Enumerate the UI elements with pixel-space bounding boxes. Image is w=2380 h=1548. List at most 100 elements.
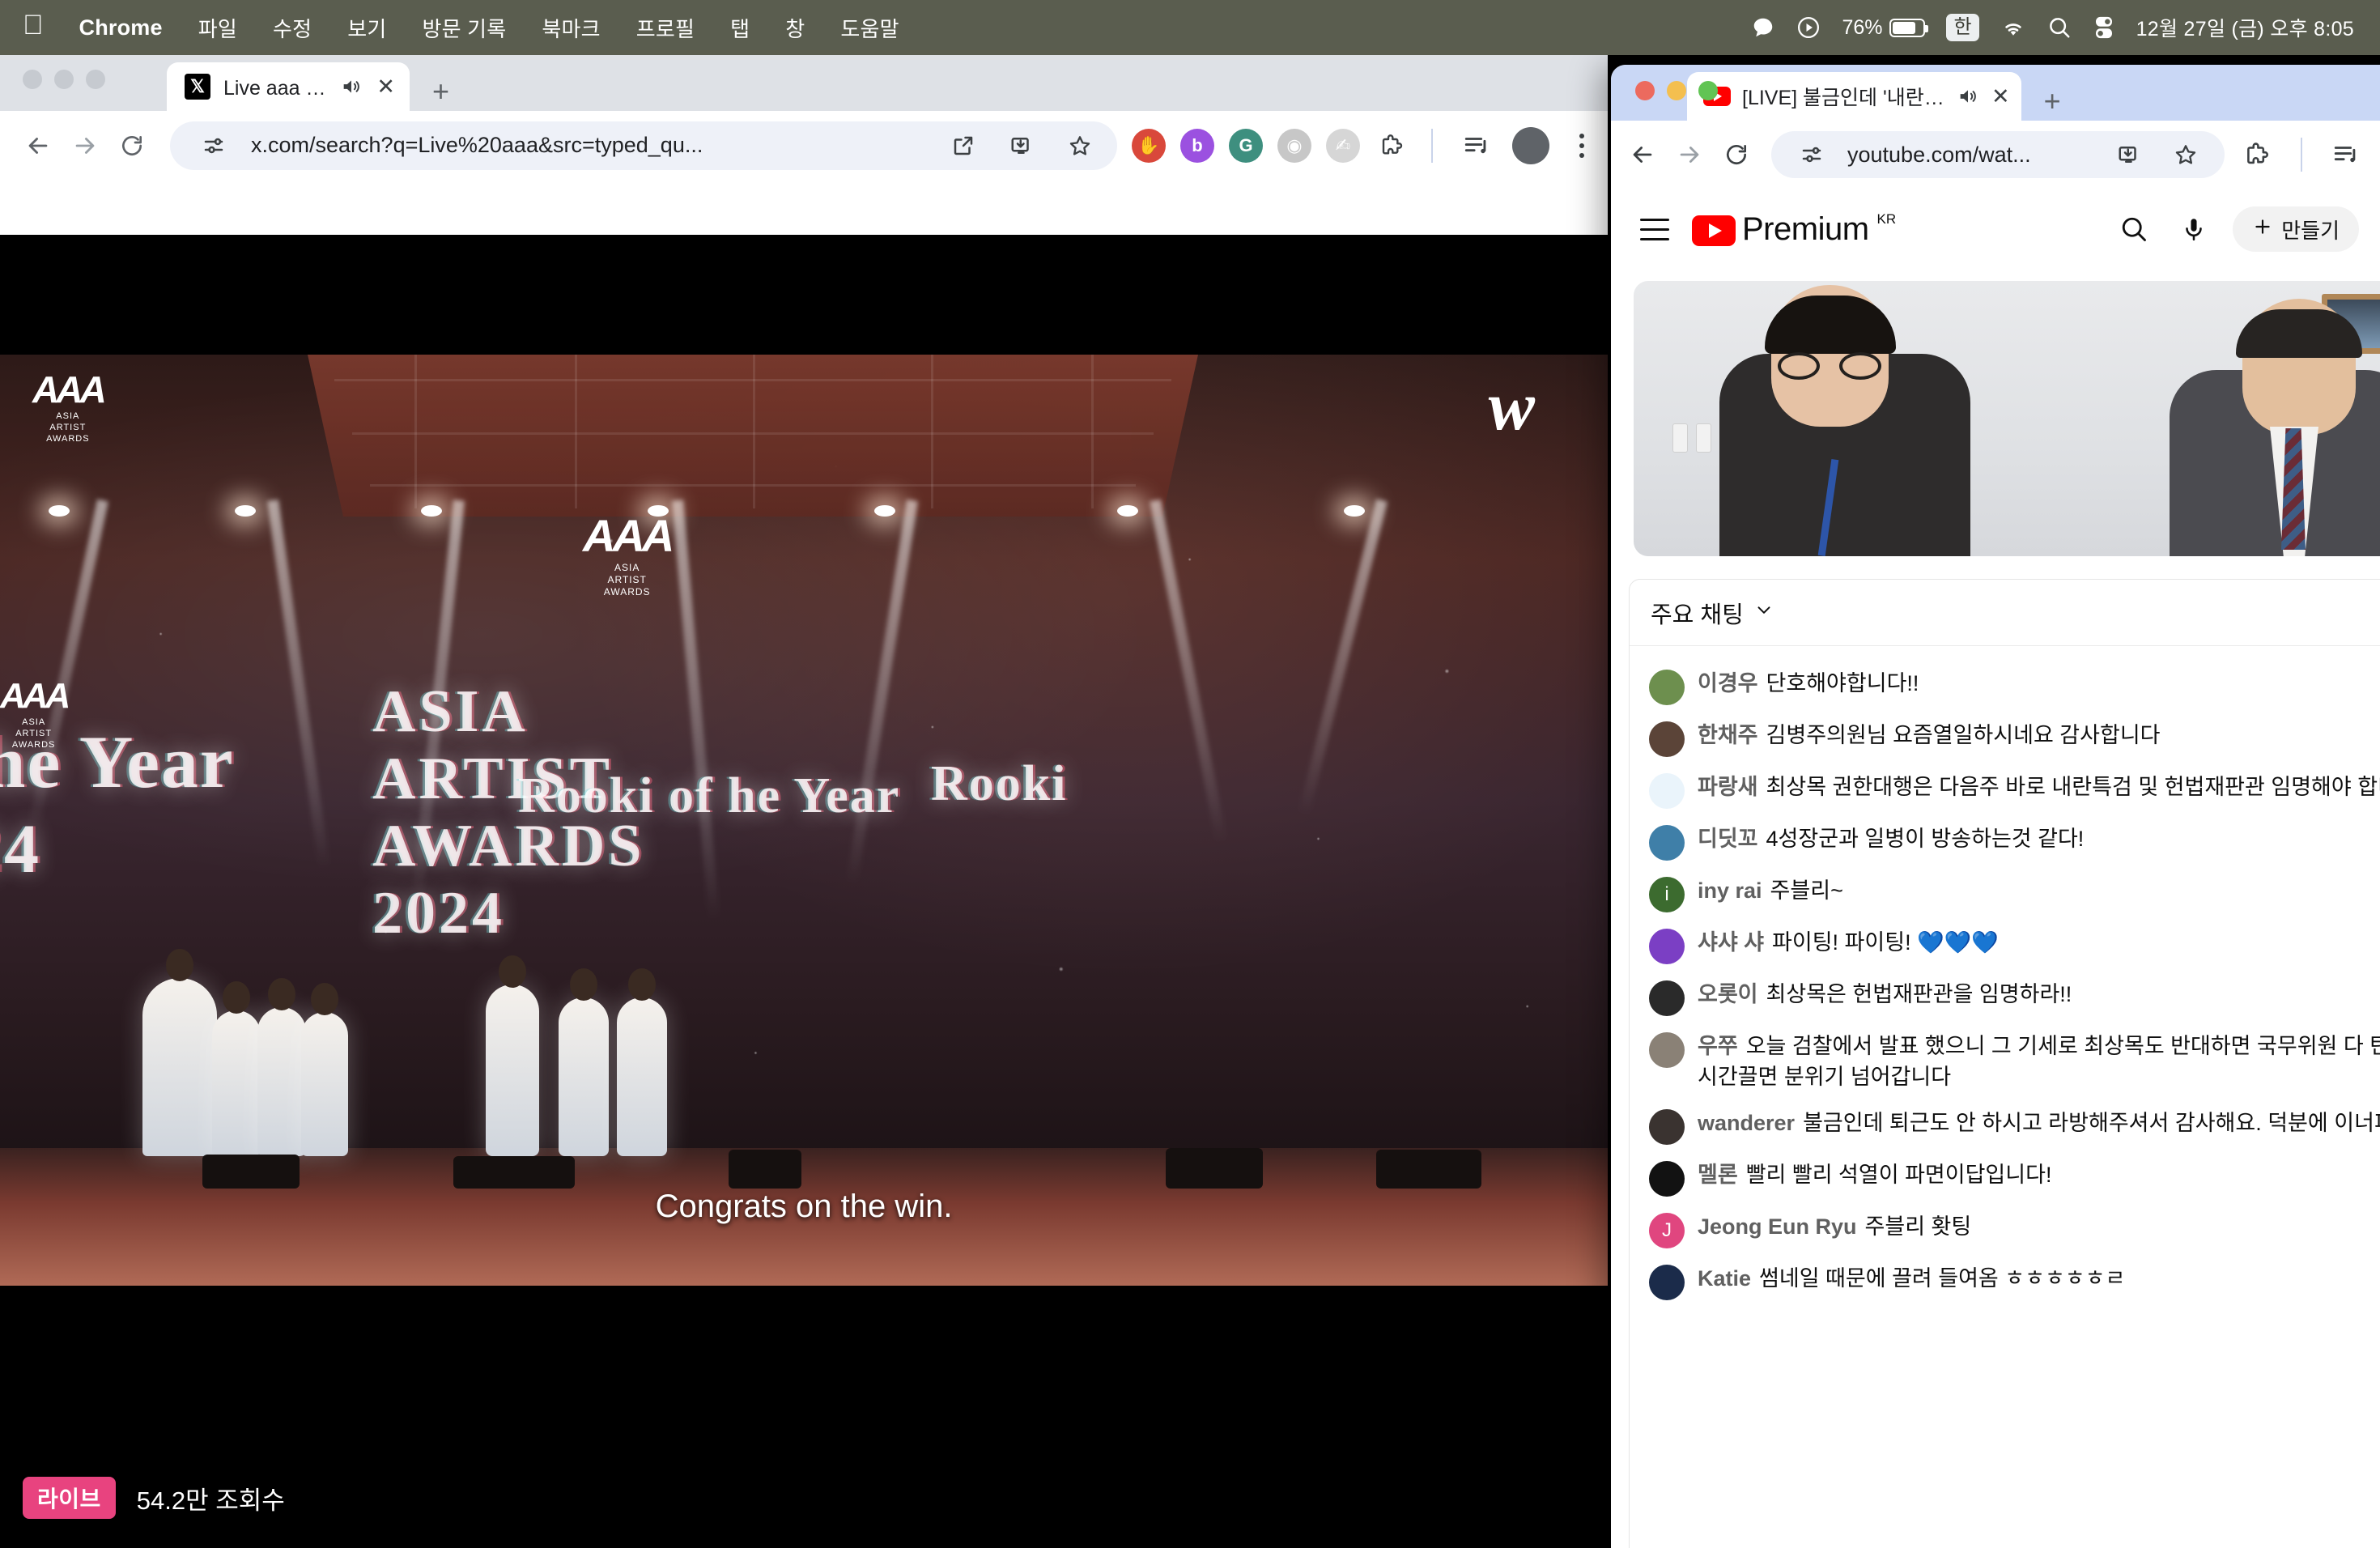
menu-item-file[interactable]: 파일	[181, 13, 255, 43]
reload-icon[interactable]	[1713, 131, 1760, 178]
youtube-window-controls[interactable]	[1635, 81, 1718, 100]
menu-item-tab[interactable]: 탭	[712, 13, 767, 43]
media-list-icon[interactable]	[1456, 125, 1498, 167]
hamburger-icon[interactable]	[1632, 206, 1677, 252]
forward-arrow-icon[interactable]	[1666, 131, 1713, 178]
wifi-icon[interactable]	[2000, 17, 2026, 38]
maximize-window-button[interactable]	[1698, 81, 1718, 100]
back-arrow-icon[interactable]	[15, 122, 62, 169]
input-source-badge[interactable]: 한	[1946, 14, 1979, 41]
chat-author[interactable]: wanderer	[1698, 1111, 1795, 1135]
youtube-premium-logo[interactable]: Premium KR	[1692, 211, 1896, 246]
install-app-icon[interactable]	[2108, 134, 2150, 176]
close-window-button[interactable]	[1635, 81, 1655, 100]
chat-bubble-icon[interactable]	[1751, 15, 1775, 40]
microphone-icon[interactable]	[2173, 208, 2215, 250]
menu-item-edit[interactable]: 수정	[255, 13, 329, 43]
menu-item-profiles[interactable]: 프로필	[618, 13, 712, 43]
chat-author[interactable]: Jeong Eun Ryu	[1698, 1214, 1857, 1239]
video-thumbnail[interactable]: 주블리김병주	[1634, 281, 2380, 556]
address-bar[interactable]: youtube.com/wat...	[1771, 131, 2225, 178]
minimize-window-button[interactable]	[1667, 81, 1686, 100]
ublock-origin-icon[interactable]: ✋	[1132, 128, 1166, 163]
menu-item-history[interactable]: 방문 기록	[404, 13, 524, 43]
chat-avatar[interactable]	[1649, 670, 1685, 705]
media-list-icon[interactable]	[2325, 134, 2367, 176]
chat-message-body: 디딧꼬 4성장군과 일병이 방송하는것 같다!	[1698, 823, 2084, 854]
chat-author[interactable]: 오롯이	[1698, 982, 1758, 1006]
chat-avatar[interactable]	[1649, 1108, 1685, 1145]
chat-avatar[interactable]	[1649, 1160, 1685, 1197]
profile-avatar[interactable]	[1512, 126, 1549, 164]
chat-author[interactable]: 디딧꼬	[1698, 827, 1758, 851]
address-bar[interactable]: x.com/search?q=Live%20aaa&src=typed_qu..…	[170, 121, 1117, 170]
chat-mode-selector[interactable]: 주요 채팅	[1651, 596, 1774, 630]
install-app-icon[interactable]	[1001, 125, 1043, 167]
create-button[interactable]: 만들기	[2233, 206, 2359, 252]
kebab-menu-icon[interactable]	[1564, 133, 1600, 158]
back-arrow-icon[interactable]	[1619, 131, 1666, 178]
extensions-puzzle-icon[interactable]	[1375, 128, 1409, 163]
chat-author[interactable]: iny rai	[1698, 878, 1762, 903]
x-window-controls[interactable]	[23, 70, 105, 89]
menu-item-bookmarks[interactable]: 북마크	[524, 13, 618, 43]
tune-icon[interactable]	[1791, 134, 1833, 176]
chat-avatar[interactable]	[1649, 825, 1685, 861]
screenshot-icon[interactable]: ◉	[1277, 128, 1311, 163]
tune-icon[interactable]	[193, 125, 235, 167]
chat-author[interactable]: 우쭈	[1698, 1034, 1738, 1058]
close-tab-button[interactable]: ✕	[1991, 84, 2010, 109]
chat-message-body: 파랑새 최상목 권한대행은 다음주 바로 내란특검 및 헌법재판관 임명해야 합니…	[1698, 772, 2380, 802]
menu-item-chrome[interactable]: Chrome	[62, 15, 181, 40]
grammarly-icon[interactable]: G	[1229, 128, 1263, 163]
chat-message-list[interactable]: 이경우 단호해야합니다!! 한채주 김병주의원님 요즘열일하시네요 감사합니다 파랑새 최…	[1630, 646, 2380, 1308]
chat-avatar[interactable]	[1649, 1264, 1685, 1300]
chat-author[interactable]: 이경우	[1698, 671, 1758, 695]
star-icon[interactable]	[2165, 134, 2207, 176]
speaker-icon[interactable]	[339, 74, 363, 99]
close-window-button[interactable]	[23, 70, 42, 89]
chat-avatar[interactable]: J	[1649, 1212, 1685, 1248]
new-tab-button[interactable]: +	[410, 77, 449, 111]
maximize-window-button[interactable]	[86, 70, 105, 89]
chat-message: 오롯이 최상목은 헌법재판관을 임명하라!!	[1641, 972, 2380, 1023]
chat-avatar[interactable]	[1649, 721, 1685, 757]
chat-author[interactable]: 샤샤 샤	[1698, 930, 1764, 955]
battery-status[interactable]: 76%	[1842, 16, 1929, 40]
forward-arrow-icon[interactable]	[62, 122, 108, 169]
reload-icon[interactable]	[108, 122, 155, 169]
new-tab-button[interactable]: +	[2021, 87, 2061, 121]
hand-extension-icon[interactable]: ✍	[1326, 128, 1360, 163]
menu-item-view[interactable]: 보기	[329, 13, 404, 43]
chat-avatar[interactable]	[1649, 1032, 1685, 1068]
x-video-player[interactable]: AAA ASIA ARTIST AWARDS AAA ASIA ARTIST AWARD…	[0, 235, 1608, 1548]
menu-item-window[interactable]: 창	[767, 13, 822, 43]
close-tab-button[interactable]: ✕	[376, 74, 395, 100]
search-icon[interactable]	[2113, 208, 2155, 250]
speaker-icon[interactable]	[1956, 84, 1980, 108]
chat-avatar[interactable]	[1649, 929, 1685, 964]
chat-author[interactable]: Katie	[1698, 1266, 1751, 1291]
w-channel-logo: w	[1488, 367, 1535, 444]
menu-bar-clock[interactable]: 12월 27일 (금) 오후 8:05	[2136, 13, 2354, 42]
control-center-icon[interactable]	[2093, 15, 2115, 40]
chat-message: 한채주 김병주의원님 요즘열일하시네요 감사합니다	[1641, 712, 2380, 764]
chat-avatar[interactable]	[1649, 773, 1685, 809]
extensions-puzzle-icon[interactable]	[2236, 134, 2278, 176]
minimize-window-button[interactable]	[54, 70, 74, 89]
tab-youtube-live[interactable]: [LIVE] 불금인데 '내란수괴 윤석 ✕	[1687, 72, 2021, 121]
lastpass-icon[interactable]: b	[1180, 128, 1214, 163]
control-center-play-icon[interactable]	[1796, 15, 1821, 40]
search-icon[interactable]	[2047, 15, 2072, 40]
tab-x-search[interactable]: 𝕏 Live aaa - 검색 / X ✕	[167, 62, 410, 111]
chat-author[interactable]: 멜론	[1698, 1163, 1738, 1187]
bell-icon[interactable]	[2377, 208, 2380, 250]
chat-author[interactable]: 한채주	[1698, 723, 1758, 747]
chat-avatar[interactable]	[1649, 980, 1685, 1016]
menu-item-help[interactable]: 도움말	[822, 13, 916, 43]
apple-menu-icon[interactable]: 	[23, 11, 62, 44]
star-icon[interactable]	[1059, 125, 1101, 167]
chat-author[interactable]: 파랑새	[1698, 775, 1758, 799]
share-icon[interactable]	[942, 125, 984, 167]
chat-avatar[interactable]: i	[1649, 877, 1685, 912]
